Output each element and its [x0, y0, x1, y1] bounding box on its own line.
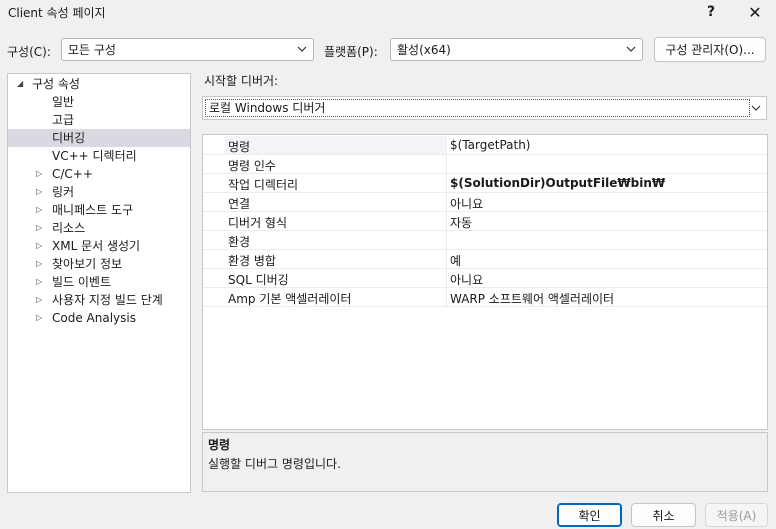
property-value[interactable]: WARP 소프트웨어 액셀러레이터 — [450, 290, 614, 307]
selected-row-highlight — [225, 136, 446, 154]
tree-item-custom-build-step[interactable]: ▷ 사용자 지정 빌드 단계 — [8, 291, 190, 309]
triangle-right-icon[interactable]: ▷ — [36, 237, 42, 255]
tree-item-label: VC++ 디렉터리 — [52, 149, 137, 163]
tree-item-advanced[interactable]: 고급 — [8, 111, 190, 129]
property-row-sql-debugging[interactable]: SQL 디버깅 아니요 — [203, 269, 767, 288]
property-grid: 명령 $(TargetPath) 명령 인수 작업 디렉터리 $(Solutio… — [202, 134, 768, 430]
tree-item-vc-directories[interactable]: VC++ 디렉터리 — [8, 147, 190, 165]
property-name: 디버거 형식 — [228, 216, 288, 230]
tree-item-label: 디버깅 — [52, 131, 86, 145]
chevron-down-icon — [297, 42, 307, 59]
property-row-attach[interactable]: 연결 아니요 — [203, 193, 767, 212]
title-bar — [0, 0, 776, 24]
chevron-down-icon — [626, 42, 636, 59]
tree-item-build-events[interactable]: ▷ 빌드 이벤트 — [8, 273, 190, 291]
tree-item-manifest-tool[interactable]: ▷ 매니페스트 도구 — [8, 201, 190, 219]
tree-item-label: 링커 — [52, 185, 75, 199]
property-row-merge-environment[interactable]: 환경 병합 예 — [203, 250, 767, 269]
property-name: 작업 디렉터리 — [228, 178, 299, 192]
tree-item-label: XML 문서 생성기 — [52, 239, 141, 253]
tree-item-label: 빌드 이벤트 — [52, 275, 112, 289]
tree-item-code-analysis[interactable]: ▷ Code Analysis — [8, 309, 190, 327]
config-manager-button[interactable]: 구성 관리자(O)... — [654, 37, 766, 62]
platform-select[interactable]: 활성(x64) — [390, 38, 643, 61]
column-divider — [446, 250, 447, 269]
tree-root-label: 구성 속성 — [32, 77, 80, 91]
column-divider — [446, 155, 447, 174]
tree-item-browse-info[interactable]: ▷ 찾아보기 정보 — [8, 255, 190, 273]
debugger-select[interactable]: 로컬 Windows 디버거 — [202, 96, 767, 120]
config-select[interactable]: 모든 구성 — [61, 38, 314, 61]
triangle-right-icon[interactable]: ▷ — [36, 219, 42, 237]
property-row-amp-accelerator[interactable]: Amp 기본 액셀러레이터 WARP 소프트웨어 액셀러레이터 — [203, 288, 767, 307]
property-row-debugger-type[interactable]: 디버거 형식 자동 — [203, 212, 767, 231]
description-text: 실행할 디버그 명령입니다. — [208, 457, 341, 471]
property-name: 환경 병합 — [228, 254, 276, 268]
triangle-right-icon[interactable]: ▷ — [36, 165, 42, 183]
tree-item-linker[interactable]: ▷ 링커 — [8, 183, 190, 201]
cancel-button[interactable]: 취소 — [631, 503, 696, 527]
triangle-right-icon[interactable]: ▷ — [36, 291, 42, 309]
property-value[interactable]: 아니요 — [450, 271, 483, 288]
property-row-working-dir[interactable]: 작업 디렉터리 $(SolutionDir)OutputFile₩bin₩ — [203, 174, 767, 193]
property-value[interactable]: $(SolutionDir)OutputFile₩bin₩ — [450, 176, 665, 190]
description-panel: 명령 실행할 디버그 명령입니다. — [202, 432, 768, 492]
property-value[interactable]: 예 — [450, 252, 461, 269]
column-divider — [446, 212, 447, 231]
property-value[interactable]: 아니요 — [450, 195, 483, 212]
debugger-select-value: 로컬 Windows 디버거 — [205, 99, 750, 117]
tree-item-resources[interactable]: ▷ 리소스 — [8, 219, 190, 237]
help-button[interactable]: ? — [698, 0, 724, 24]
property-name: SQL 디버깅 — [228, 273, 289, 287]
platform-select-value: 활성(x64) — [397, 43, 451, 57]
tree-item-label: 찾아보기 정보 — [52, 257, 123, 271]
triangle-right-icon[interactable]: ▷ — [36, 183, 42, 201]
ok-button[interactable]: 확인 — [557, 503, 622, 527]
column-divider — [446, 231, 447, 250]
chevron-down-icon — [751, 101, 761, 118]
column-divider — [446, 288, 447, 307]
triangle-right-icon[interactable]: ▷ — [36, 309, 42, 327]
tree-item-label: 고급 — [52, 113, 75, 127]
config-label: 구성(C): — [7, 45, 51, 59]
triangle-right-icon[interactable]: ▷ — [36, 201, 42, 219]
property-row-command-args[interactable]: 명령 인수 — [203, 155, 767, 174]
property-tree: ◢ 구성 속성 일반 고급 디버깅 VC++ 디렉터리 ▷ C/C++ ▷ 링커… — [7, 73, 191, 493]
close-button[interactable]: ✕ — [738, 0, 772, 24]
expanded-triangle-icon[interactable]: ◢ — [17, 75, 23, 93]
column-divider — [446, 269, 447, 288]
apply-button[interactable]: 적용(A) — [705, 503, 768, 527]
tree-item-label: Code Analysis — [52, 311, 136, 325]
tree-item-xml-doc-generator[interactable]: ▷ XML 문서 생성기 — [8, 237, 190, 255]
tree-item-label: 매니페스트 도구 — [52, 203, 134, 217]
triangle-right-icon[interactable]: ▷ — [36, 273, 42, 291]
tree-item-cpp[interactable]: ▷ C/C++ — [8, 165, 190, 183]
column-divider — [446, 136, 447, 155]
triangle-right-icon[interactable]: ▷ — [36, 255, 42, 273]
tree-item-general[interactable]: 일반 — [8, 93, 190, 111]
config-select-value: 모든 구성 — [68, 43, 116, 57]
tree-root[interactable]: ◢ 구성 속성 — [8, 75, 190, 93]
property-value[interactable]: 자동 — [450, 214, 472, 231]
tree-item-label: 일반 — [52, 95, 75, 109]
tree-item-label: 사용자 지정 빌드 단계 — [52, 293, 163, 307]
property-value[interactable]: $(TargetPath) — [450, 138, 530, 152]
property-name: 명령 인수 — [228, 159, 276, 173]
column-divider — [446, 193, 447, 212]
property-name: 명령 — [228, 140, 251, 154]
tree-item-debugging[interactable]: 디버깅 — [8, 129, 190, 147]
property-name: 환경 — [228, 235, 251, 249]
property-row-command[interactable]: 명령 $(TargetPath) — [203, 136, 767, 155]
tree-item-label: C/C++ — [52, 167, 93, 181]
tree-item-label: 리소스 — [52, 221, 86, 235]
description-title: 명령 — [208, 438, 231, 452]
property-name: 연결 — [228, 197, 251, 211]
window-title: Client 속성 페이지 — [8, 6, 106, 20]
platform-label: 플랫폼(P): — [324, 45, 378, 59]
column-divider — [446, 174, 447, 193]
property-row-environment[interactable]: 환경 — [203, 231, 767, 250]
debugger-label: 시작할 디버거: — [204, 74, 279, 88]
property-name: Amp 기본 액셀러레이터 — [228, 292, 352, 306]
